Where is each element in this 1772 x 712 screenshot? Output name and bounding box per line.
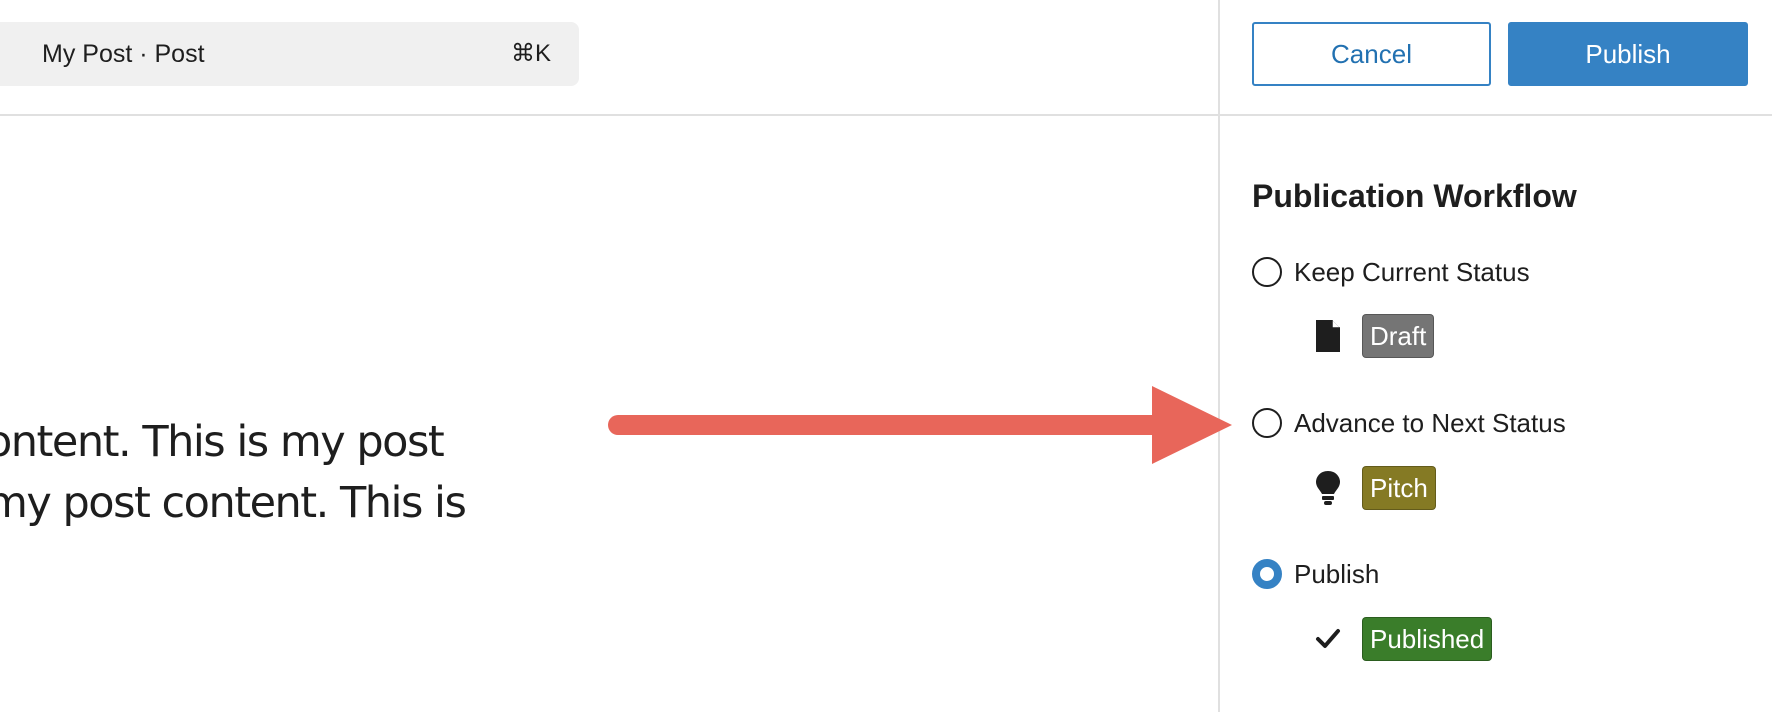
post-content[interactable]: ontent. This is my post my post content.…: [0, 412, 506, 534]
option-label: Advance to Next Status: [1294, 407, 1566, 438]
status-badge: Pitch: [1362, 466, 1436, 510]
status-published: Published: [1308, 617, 1493, 661]
keyboard-shortcut: ⌘K: [510, 40, 551, 67]
document-title: My Post · Post: [42, 40, 205, 68]
annotation-arrow: [608, 386, 1232, 464]
option-label: Keep Current Status: [1294, 256, 1530, 287]
publish-button[interactable]: Publish: [1508, 22, 1748, 86]
status-draft: Draft: [1308, 314, 1435, 358]
document-icon: [1308, 316, 1348, 356]
option-label: Publish: [1294, 558, 1380, 589]
radio-keep-current-status[interactable]: [1252, 257, 1282, 287]
post-content-line: ontent. This is my post: [0, 417, 445, 467]
lightbulb-icon: [1308, 468, 1348, 508]
command-palette-bar[interactable]: My Post · Post ⌘K: [0, 22, 579, 86]
post-content-line: my post content. This is: [0, 478, 467, 528]
option-publish[interactable]: Publish: [1252, 556, 1379, 592]
status-badge: Published: [1362, 617, 1493, 661]
radio-publish[interactable]: [1252, 559, 1282, 589]
checkmark-icon: [1308, 619, 1348, 659]
cancel-button[interactable]: Cancel: [1252, 22, 1491, 86]
status-pitch: Pitch: [1308, 466, 1436, 510]
editor-header: My Post · Post ⌘K: [0, 0, 1772, 116]
status-badge: Draft: [1362, 314, 1435, 358]
panel-title: Publication Workflow: [1252, 178, 1577, 214]
option-keep-current-status[interactable]: Keep Current Status: [1252, 254, 1530, 290]
sidebar-divider: [1218, 0, 1220, 712]
option-advance-to-next-status[interactable]: Advance to Next Status: [1252, 405, 1566, 441]
radio-advance-to-next-status[interactable]: [1252, 408, 1282, 438]
